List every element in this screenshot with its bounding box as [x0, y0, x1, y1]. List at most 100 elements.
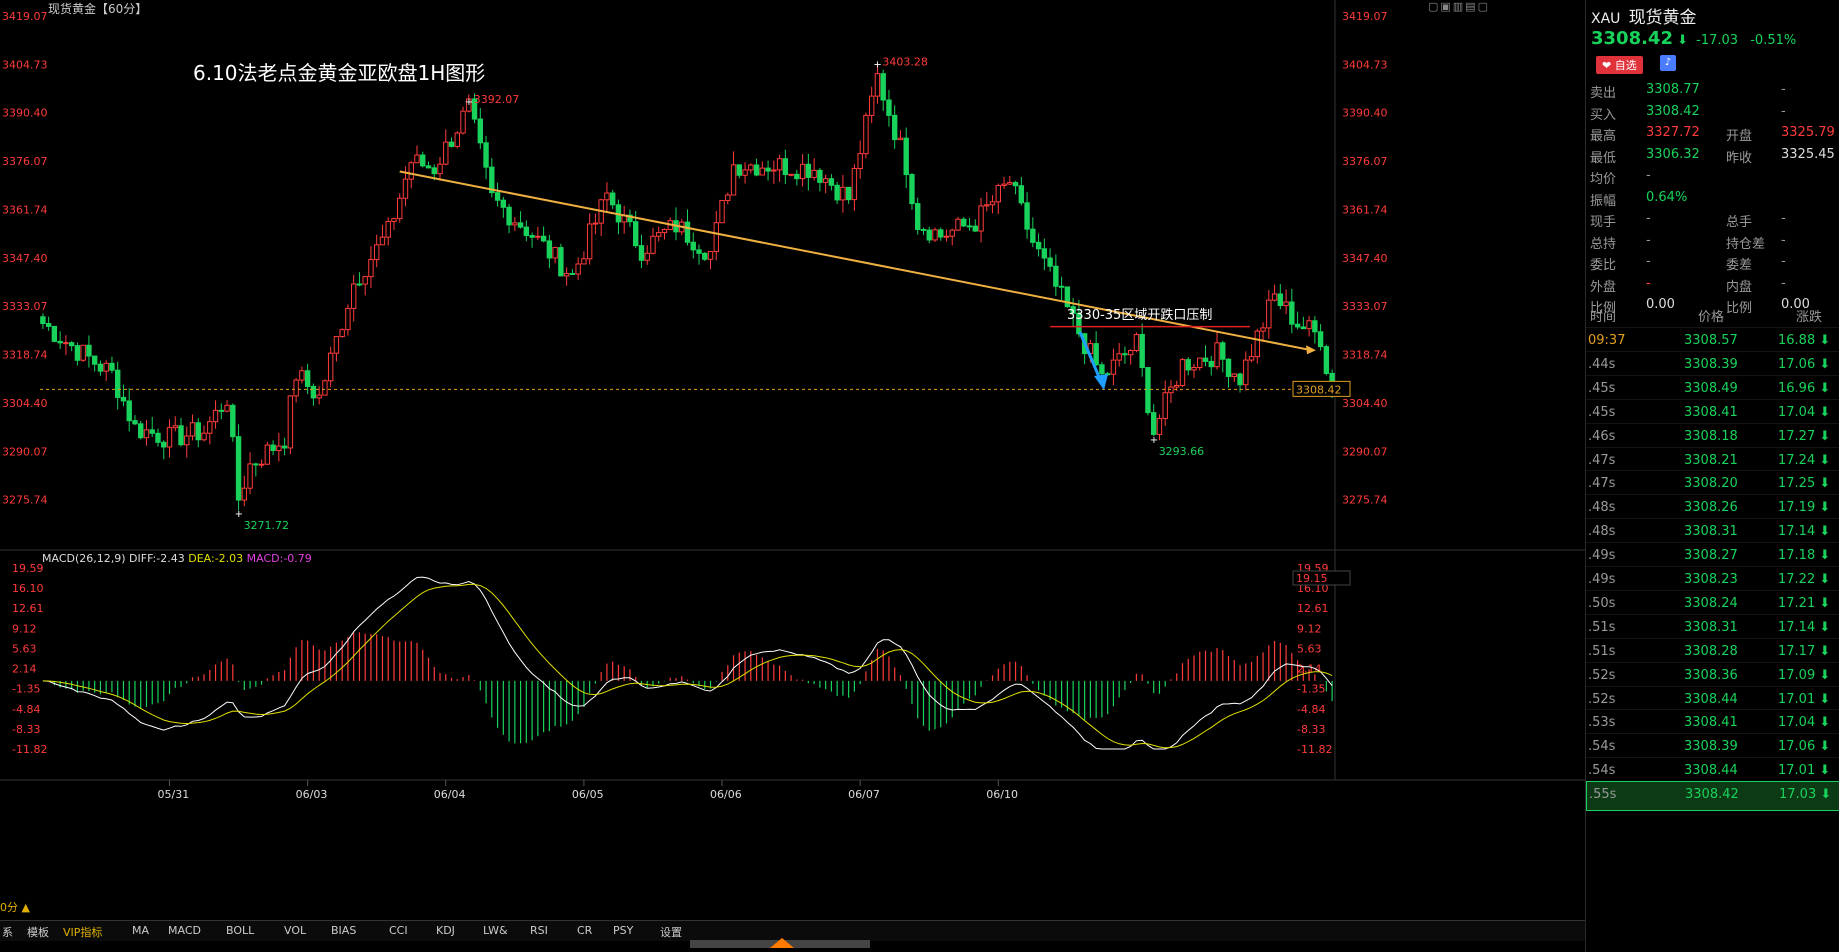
- candle-body: [1185, 359, 1191, 371]
- candle-body: [1266, 299, 1272, 329]
- candle-body: [961, 218, 967, 227]
- tick-change: 17.01 ⬇: [1778, 691, 1831, 707]
- macd-dea-label: DEA:-2.03: [188, 552, 246, 565]
- window-buttons[interactable]: ▢▣▥▤▢: [1428, 0, 1490, 13]
- quote-panel: XAU 现货黄金 3308.42 ⬇ -17.03 -0.51% ❤ 自选 ♪ …: [1585, 0, 1839, 952]
- candle-body: [1151, 412, 1157, 435]
- candle-body: [644, 252, 650, 261]
- tick-change: 17.14 ⬇: [1778, 619, 1831, 635]
- candle-body: [1179, 359, 1186, 386]
- candle-body: [218, 409, 225, 412]
- scroll-thumb-icon[interactable]: [770, 938, 794, 948]
- candle-body: [97, 363, 104, 372]
- candle-body: [811, 169, 817, 178]
- indicator-tab[interactable]: 模板: [27, 924, 49, 940]
- candle-body: [327, 352, 334, 382]
- tick-change: 17.21 ⬇: [1778, 595, 1831, 611]
- indicator-tab[interactable]: MA: [132, 924, 149, 937]
- tick-time: .51s: [1588, 619, 1616, 635]
- candle-body: [592, 222, 599, 225]
- date-tick-label: 06/06: [710, 788, 742, 801]
- candle-body: [1156, 418, 1163, 435]
- candle-body: [1064, 286, 1071, 308]
- symbol-name: 现货黄金: [1628, 8, 1697, 28]
- indicator-tab[interactable]: 系: [2, 924, 13, 940]
- tick-time: .46s: [1588, 428, 1616, 444]
- indicator-tab[interactable]: VIP指标: [63, 924, 102, 940]
- candle-body: [345, 307, 351, 331]
- tick-change: 17.14 ⬇: [1778, 524, 1831, 540]
- candle-body: [149, 429, 155, 434]
- timeframe-label[interactable]: 0分 ▲: [0, 899, 30, 915]
- indicator-tab[interactable]: 设置: [660, 924, 682, 940]
- candle-body: [443, 141, 449, 165]
- candle-body: [201, 432, 207, 441]
- candle-body: [126, 400, 132, 422]
- macd-tick-left: 9.12: [12, 622, 37, 635]
- quote-value: -: [1781, 275, 1786, 291]
- candle-body: [1122, 353, 1128, 356]
- indicator-tab[interactable]: LW&: [483, 924, 508, 937]
- candle-body: [932, 229, 938, 241]
- tick-time: 09:37: [1588, 333, 1626, 348]
- extreme-marker: +: [1150, 435, 1158, 446]
- indicator-tab[interactable]: MACD: [168, 924, 201, 937]
- candle-body: [1220, 342, 1226, 360]
- candle-body: [748, 164, 754, 171]
- macd-tick-left: -4.84: [12, 703, 40, 716]
- candle-body: [247, 463, 253, 489]
- macd-diff-label: DIFF:-2.43: [129, 552, 188, 565]
- change-value: -17.03: [1696, 33, 1739, 48]
- indicator-tab[interactable]: BIAS: [331, 924, 356, 937]
- tick-time: .54s: [1588, 739, 1616, 755]
- macd-tick-right: 12.61: [1297, 602, 1329, 615]
- candle-body: [955, 218, 961, 231]
- macd-macd-label: MACD:-0.79: [247, 552, 312, 565]
- candle-body: [794, 173, 800, 180]
- indicator-tab[interactable]: KDJ: [436, 924, 455, 937]
- indicator-tab[interactable]: PSY: [613, 924, 633, 937]
- candle-body: [1254, 330, 1260, 358]
- indicator-tab[interactable]: RSI: [530, 924, 548, 937]
- quote-value: -: [1646, 275, 1651, 291]
- candle-body: [1047, 257, 1053, 267]
- indicator-tab[interactable]: CCI: [389, 924, 408, 937]
- macd-tick-right: 9.12: [1297, 622, 1322, 635]
- candle-body: [397, 197, 403, 220]
- favorite-button[interactable]: ❤ 自选: [1596, 56, 1643, 74]
- candle-body: [1277, 293, 1284, 307]
- extreme-marker: +: [873, 59, 881, 70]
- symbol-code: XAU: [1591, 11, 1621, 27]
- quote-label: 最高: [1590, 129, 1617, 144]
- tick-row: .55s 3308.42 17.03 ⬇: [1586, 781, 1839, 812]
- quote-value: -: [1781, 254, 1786, 269]
- candle-body: [828, 178, 835, 186]
- candle-body: [920, 228, 927, 231]
- candle-body: [765, 167, 771, 172]
- candle-body: [385, 220, 391, 238]
- quote-label: 振幅: [1590, 193, 1617, 209]
- macd-tick-left: 5.63: [12, 642, 37, 655]
- candle-body: [362, 276, 368, 285]
- tick-price: 3308.21: [1684, 452, 1738, 468]
- candle-body: [540, 235, 547, 242]
- indicator-tab[interactable]: VOL: [284, 924, 306, 937]
- candle-body: [506, 206, 512, 226]
- candlestick-chart: 19.59 19.5916.10 16.1012.61 12.619.12 9.125.…: [0, 0, 1585, 952]
- candle-body: [1018, 185, 1025, 204]
- tick-change: 17.04 ⬇: [1778, 404, 1831, 420]
- candle-body: [736, 164, 742, 176]
- candle-body: [448, 141, 455, 147]
- indicator-tab[interactable]: BOLL: [226, 924, 254, 937]
- candle-body: [132, 420, 138, 425]
- bell-icon[interactable]: ♪: [1660, 55, 1676, 71]
- tick-price: 3308.23: [1684, 572, 1738, 587]
- price-line: 3308.42 ⬇ -17.03 -0.51%: [1591, 28, 1796, 49]
- candle-body: [1231, 373, 1237, 377]
- candle-body: [926, 229, 932, 241]
- candle-body: [817, 169, 823, 183]
- quote-label: 委差: [1726, 258, 1753, 273]
- indicator-tab[interactable]: CR: [577, 924, 592, 937]
- price-tick-right: 3390.40: [1342, 107, 1388, 120]
- candle-body: [414, 154, 420, 164]
